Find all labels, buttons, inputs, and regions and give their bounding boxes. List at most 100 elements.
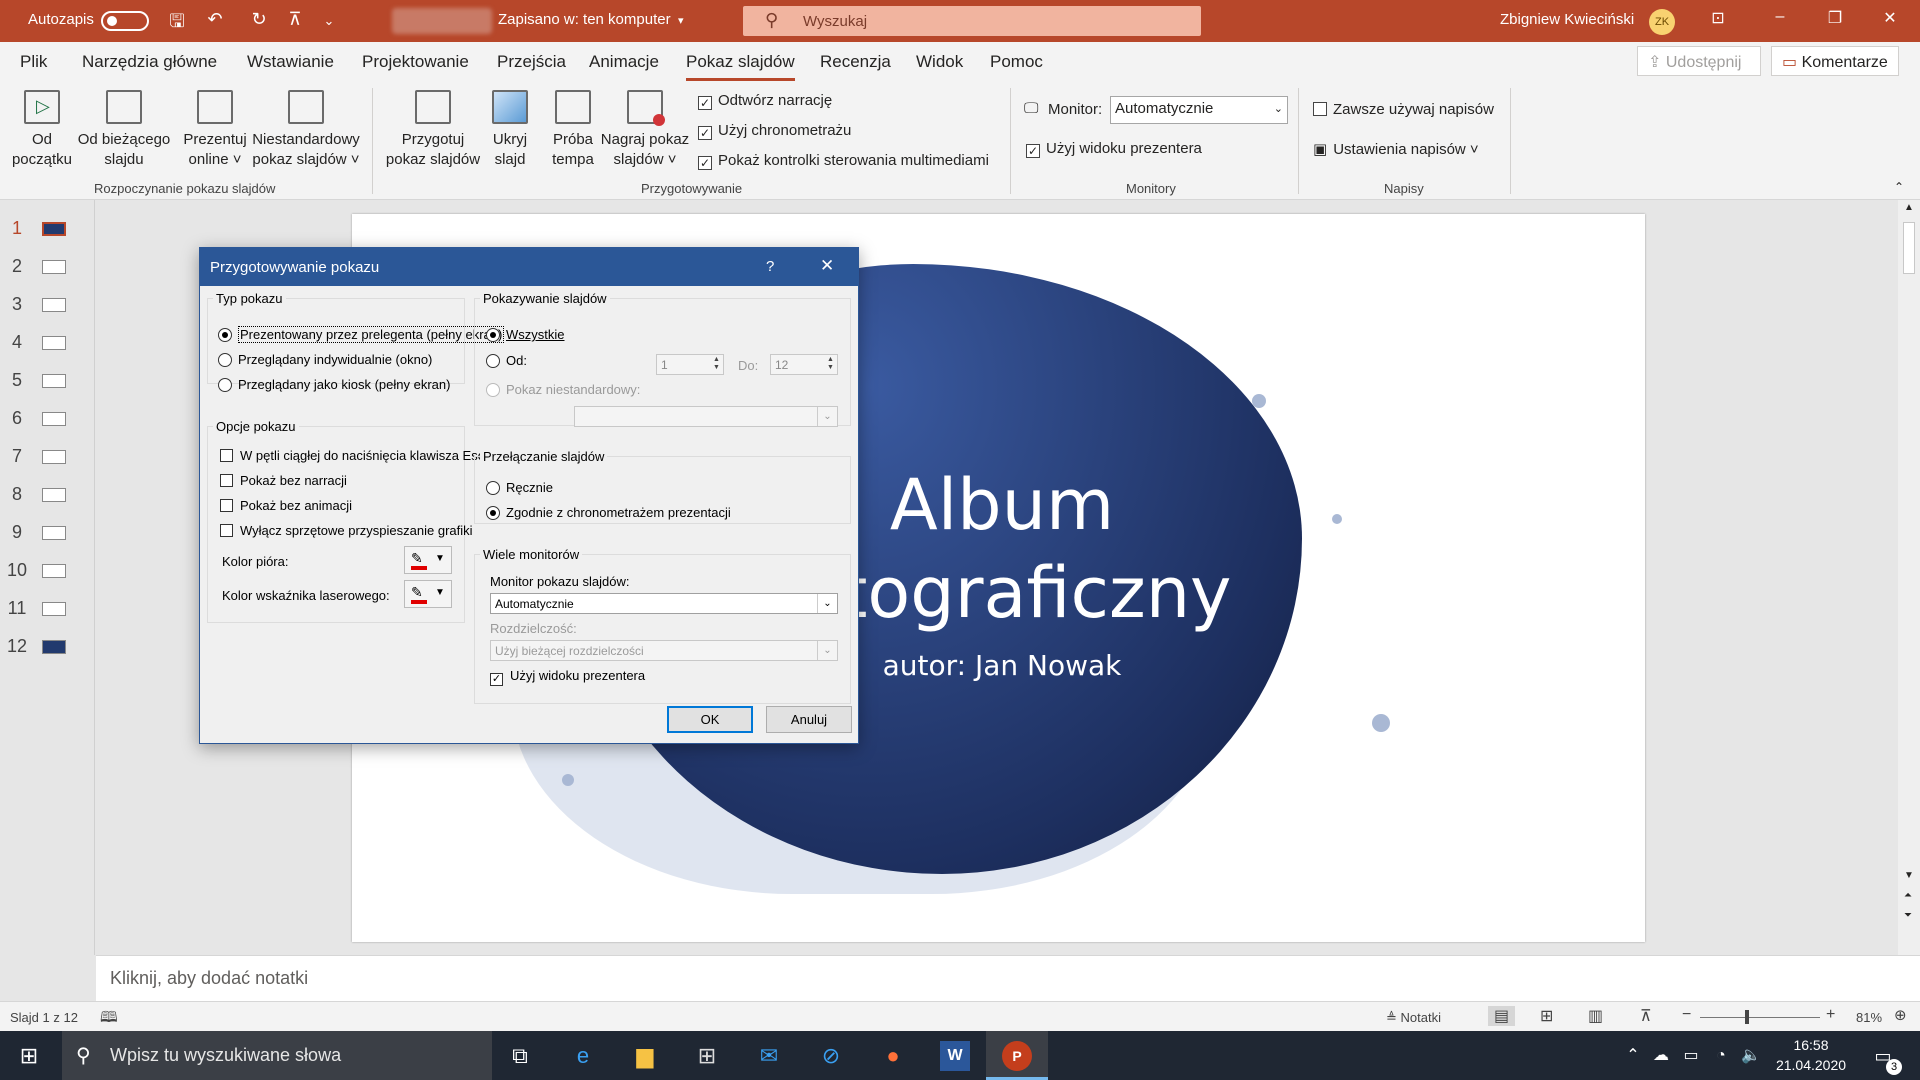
reading-view-icon[interactable]: ▥ [1588,1006,1603,1026]
taskbar-search[interactable]: ⚲ Wpisz tu wyszukiwane słowa [62,1031,492,1080]
slide-thumbnail[interactable] [42,488,66,502]
powerpoint-taskbar-item[interactable]: P [986,1031,1048,1080]
chevron-down-icon[interactable]: ▾ [678,14,684,27]
slide-thumbnail[interactable] [42,222,66,236]
slide-number[interactable]: 2 [6,256,28,277]
close-icon[interactable]: ✕ [1870,8,1910,28]
presenter-view-checkbox[interactable]: ✓ Użyj widoku prezentera [1026,140,1202,158]
undo-icon[interactable]: ↶ [202,9,228,30]
wifi-icon[interactable]: ◔ [1706,1041,1736,1071]
zoom-slider-thumb[interactable] [1745,1010,1749,1024]
tab-transitions[interactable]: Przejścia [497,52,566,72]
search-box[interactable]: ⚲ Wyszukaj [743,6,1201,36]
slide-thumbnail[interactable] [42,298,66,312]
show-media-controls-checkbox[interactable]: ✓ Pokaż kontrolki sterowania multimediami [698,152,989,170]
safari-icon[interactable]: ⊘ [816,1041,846,1071]
slide-number[interactable]: 3 [6,294,28,315]
slide-number[interactable]: 8 [6,484,28,505]
slide-number[interactable]: 6 [6,408,28,429]
scroll-down-icon[interactable]: ▼ [1904,870,1914,881]
slide-sorter-icon[interactable]: ⊞ [1540,1006,1553,1026]
resolution-select[interactable]: Użyj bieżącej rozdzielczości ⌄ [490,640,838,661]
from-start-button[interactable]: ▷ Od początku [8,90,76,170]
slide-show-icon[interactable]: ⊼ [1640,1006,1652,1026]
to-stepper[interactable]: 12 [770,354,838,375]
tab-insert[interactable]: Wstawianie [247,52,334,72]
comments-button[interactable]: ▭ Komentarze [1771,46,1899,76]
save-state[interactable]: Zapisano w: ten komputer [498,11,671,28]
slide-number[interactable]: 4 [6,332,28,353]
custom-show-radio[interactable]: Pokaz niestandardowy: [486,382,640,397]
all-slides-radio[interactable]: Wszystkie [486,327,565,342]
word-icon[interactable]: W [940,1041,970,1071]
accessibility-icon[interactable]: 🕮 [100,1007,118,1032]
pen-color-picker[interactable]: ✎ ▼ [404,546,452,574]
previous-slide-icon[interactable]: ⏶ [1904,890,1912,901]
battery-icon[interactable]: ▭ [1676,1041,1706,1071]
from-current-button[interactable]: Od bieżącego slajdu [74,90,174,170]
slide-number[interactable]: 10 [6,560,28,581]
zoom-level[interactable]: 81% [1856,1010,1882,1025]
autosave-toggle[interactable] [101,11,149,31]
tab-animations[interactable]: Animacje [589,52,659,72]
mail-icon[interactable]: ✉ [754,1041,784,1071]
disable-hw-acceleration-checkbox[interactable]: Wyłącz sprzętowe przyspieszanie grafiki [220,523,473,538]
manual-advance-radio[interactable]: Ręcznie [486,480,553,495]
fit-to-window-icon[interactable]: ⊕ [1894,1006,1907,1024]
onedrive-icon[interactable]: ☁ [1646,1041,1676,1071]
ok-button[interactable]: OK [667,706,753,733]
tab-view[interactable]: Widok [916,52,963,72]
redo-icon[interactable]: ↻ [246,9,272,30]
setup-show-button[interactable]: Przygotuj pokaz slajdów [382,90,484,170]
tab-file[interactable]: Plik [20,52,47,72]
tab-home[interactable]: Narzędzia główne [82,52,217,72]
no-animation-checkbox[interactable]: Pokaż bez animacji [220,498,352,513]
user-name[interactable]: Zbigniew Kwieciński [1500,11,1634,28]
collapse-ribbon-icon[interactable]: ⌃ [1894,180,1904,194]
next-slide-icon[interactable]: ⏷ [1904,910,1912,921]
laser-color-picker[interactable]: ✎ ▼ [404,580,452,608]
help-icon[interactable]: ? [766,258,774,275]
hide-slide-button[interactable]: Ukryj slajd [486,90,534,170]
notes-pane[interactable]: Kliknij, aby dodać notatki [96,955,1920,1001]
file-explorer-icon[interactable]: ▆ [630,1041,660,1071]
dialog-close-icon[interactable]: ✕ [820,256,834,276]
slide-thumbnail[interactable] [42,336,66,350]
no-narration-checkbox[interactable]: Pokaż bez narracji [220,473,347,488]
tab-slide-show[interactable]: Pokaz slajdów [686,52,795,81]
zoom-in-icon[interactable]: + [1826,1006,1835,1024]
use-timings-radio[interactable]: Zgodnie z chronometrażem prezentacji [486,505,731,520]
slide-thumbnail[interactable] [42,526,66,540]
firefox-icon[interactable]: ● [878,1041,908,1071]
from-stepper[interactable]: 1 [656,354,724,375]
monitor-select[interactable]: Automatycznie ⌄ [1110,96,1288,124]
slide-thumbnail[interactable] [42,412,66,426]
share-button[interactable]: ⇪ Udostępnij [1637,46,1761,76]
type-kiosk-radio[interactable]: Przeglądany jako kiosk (pełny ekran) [218,377,450,392]
rehearse-timings-button[interactable]: Próba tempa [544,90,602,170]
windows-start-icon[interactable]: ⊞ [14,1041,44,1071]
slide-number[interactable]: 12 [6,636,28,657]
slide-number[interactable]: 11 [6,598,28,619]
zoom-slider[interactable] [1700,1017,1820,1018]
slide-monitor-select[interactable]: Automatycznie ⌄ [490,593,838,614]
loop-checkbox[interactable]: W pętli ciągłej do naciśnięcia klawisza … [220,448,484,463]
slide-thumbnail[interactable] [42,374,66,388]
type-individual-radio[interactable]: Przeglądany indywidualnie (okno) [218,352,432,367]
tab-help[interactable]: Pomoc [990,52,1043,72]
presentation-icon[interactable]: ⊼ [282,9,308,30]
slide-thumbnail[interactable] [42,640,66,654]
from-radio[interactable]: Od: [486,353,527,368]
show-hidden-icons[interactable]: ⌃ [1618,1041,1648,1071]
always-subtitles-checkbox[interactable]: Zawsze używaj napisów [1313,101,1494,118]
clock-time[interactable]: 16:58 [1776,1037,1846,1053]
tab-design[interactable]: Projektowanie [362,52,469,72]
presenter-view-checkbox[interactable]: ✓ Użyj widoku prezentera [490,668,645,686]
type-presenter-radio[interactable]: Prezentowany przez prelegenta (pełny ekr… [218,326,505,343]
slide-thumbnail[interactable] [42,564,66,578]
play-narrations-checkbox[interactable]: ✓ Odtwórz narrację [698,92,832,110]
normal-view-icon[interactable]: ▤ [1488,1006,1516,1026]
scroll-thumb[interactable] [1903,222,1915,274]
clock-date[interactable]: 21.04.2020 [1770,1057,1852,1073]
present-online-button[interactable]: Prezentuj online ˅ [180,90,250,170]
